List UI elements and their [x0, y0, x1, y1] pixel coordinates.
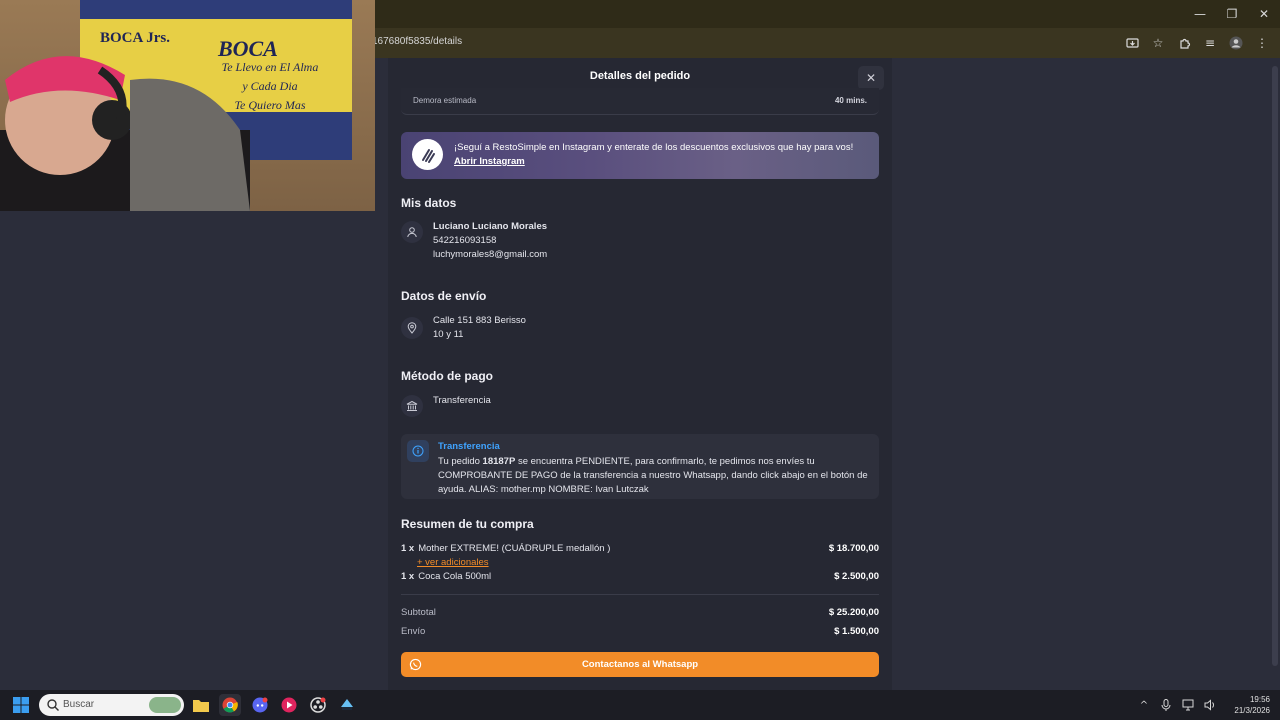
instagram-banner: ¡Seguí a RestoSimple en Instagram y ente… — [401, 132, 879, 179]
item-price: $ 18.700,00 — [828, 543, 879, 554]
info-icon — [407, 440, 429, 462]
volume-icon[interactable] — [1202, 697, 1218, 713]
shipping-cost-label: Envío — [401, 626, 426, 637]
whatsapp-button-label: Contactanos al Whatsapp — [581, 659, 699, 670]
summary-divider — [401, 594, 879, 595]
summary-item: 1 x Coca Cola 500ml $ 2.500,00 — [401, 571, 879, 582]
shipping-between-streets: 10 y 11 — [433, 329, 464, 340]
streamer-silhouette — [0, 56, 250, 211]
order-id: 18187P — [482, 456, 516, 467]
modal-title: Detalles del pedido — [589, 70, 691, 82]
window-controls: — ❐ ✕ — [1184, 0, 1280, 28]
toolbar-icons: ☆ ≡ ⋮ — [1120, 33, 1274, 53]
banner-message: ¡Seguí a RestoSimple en Instagram y ente… — [454, 142, 854, 153]
media-control-icon[interactable]: ≡ — [1198, 33, 1222, 53]
maximize-button[interactable]: ❐ — [1216, 0, 1248, 28]
payment-method-value: Transferencia — [433, 395, 491, 406]
windows-start-icon[interactable] — [12, 696, 30, 714]
summary-item: 1 x Mother EXTREME! (CUÁDRUPLE medallón )… — [401, 543, 879, 554]
subtotal-value: $ 25.200,00 — [828, 607, 879, 618]
shipping-title: Datos de envío — [401, 289, 487, 303]
clock-date: 21/3/2026 — [1234, 706, 1270, 715]
close-window-button[interactable]: ✕ — [1248, 0, 1280, 28]
bookmark-star-icon[interactable]: ☆ — [1146, 33, 1170, 53]
discord-icon[interactable] — [249, 694, 271, 716]
search-highlight-image — [149, 697, 181, 713]
estimated-delay-value: 40 mins. — [834, 96, 867, 105]
whatsapp-contact-button[interactable]: Contactanos al Whatsapp — [401, 652, 879, 677]
subtotal-label: Subtotal — [401, 607, 436, 618]
shipping-address: Calle 151 883 Berisso — [433, 315, 526, 326]
system-tray: ^ — [1136, 697, 1218, 713]
tray-overflow-chevron-icon[interactable]: ^ — [1136, 697, 1152, 713]
shipping-cost-row: Envío $ 1.500,00 — [401, 626, 879, 637]
customer-name: Luciano Luciano Morales — [433, 221, 548, 232]
clock-time: 19:56 — [1249, 695, 1270, 704]
item-name: Coca Cola 500ml — [418, 571, 492, 582]
item-quantity: 1 x — [401, 543, 415, 554]
customer-phone: 542216093158 — [433, 235, 497, 246]
location-pin-icon — [401, 317, 423, 339]
profile-avatar-icon[interactable] — [1224, 33, 1248, 53]
subtotal-row: Subtotal $ 25.200,00 — [401, 607, 879, 618]
taskbar-search-input[interactable]: Buscar — [39, 694, 184, 716]
my-data-title: Mis datos — [401, 196, 457, 210]
my-data-block: Luciano Luciano Morales 542216093158 luc… — [433, 220, 547, 262]
item-name: Mother EXTREME! (CUÁDRUPLE medallón ) — [418, 543, 611, 554]
item-quantity: 1 x — [401, 571, 415, 582]
browser-menu-icon[interactable]: ⋮ — [1250, 33, 1274, 53]
modal-close-button[interactable]: ✕ — [858, 66, 884, 90]
steam-icon[interactable] — [336, 694, 358, 716]
banner-text: ¡Seguí a RestoSimple en Instagram y ente… — [454, 141, 864, 169]
webcam-overlay: BOCA Jrs. BOCA Te Llevo en El Alma y Cad… — [0, 0, 375, 211]
bank-icon — [401, 395, 423, 417]
search-placeholder: Buscar — [63, 699, 95, 710]
estimated-delay-row: Demora estimada 40 mins. — [401, 88, 879, 115]
payment-method-title: Método de pago — [401, 369, 493, 383]
notice-text: Tu pedido 18187P se encuentra PENDIENTE,… — [438, 455, 870, 497]
order-details-modal: Detalles del pedido ✕ Demora estimada 40… — [388, 58, 892, 690]
whatsapp-icon — [409, 658, 422, 671]
item-price: $ 2.500,00 — [834, 571, 879, 582]
microphone-icon[interactable] — [1158, 697, 1174, 713]
windows-taskbar: Buscar ^ 19:56 21/3/2026 — [0, 690, 1280, 720]
extensions-icon[interactable] — [1172, 33, 1196, 53]
view-extras-link[interactable]: + ver adicionales — [417, 557, 489, 568]
page-scrollbar[interactable] — [1272, 66, 1278, 666]
install-app-icon[interactable] — [1120, 33, 1144, 53]
minimize-button[interactable]: — — [1184, 0, 1216, 28]
taskbar-clock[interactable]: 19:56 21/3/2026 — [1234, 694, 1270, 716]
user-icon — [401, 221, 423, 243]
file-explorer-icon[interactable] — [190, 694, 212, 716]
chrome-icon[interactable] — [219, 694, 241, 716]
address-bar[interactable]: 167680f5835/details — [372, 36, 462, 47]
customer-email: luchymorales8@gmail.com — [433, 249, 548, 260]
notice-title: Transferencia — [438, 441, 500, 452]
shipping-cost-value: $ 1.500,00 — [834, 626, 879, 637]
notice-text-start: Tu pedido — [438, 456, 483, 467]
estimated-delay-label: Demora estimada — [413, 96, 477, 105]
shipping-block: Calle 151 883 Berisso 10 y 11 — [433, 314, 526, 342]
restosimple-logo-icon — [412, 139, 443, 170]
open-instagram-link[interactable]: Abrir Instagram — [454, 156, 525, 167]
transfer-notice: Transferencia Tu pedido 18187P se encuen… — [401, 434, 879, 499]
search-icon — [47, 699, 59, 711]
summary-title: Resumen de tu compra — [401, 517, 534, 531]
media-player-icon[interactable] — [278, 694, 300, 716]
network-icon[interactable] — [1180, 697, 1196, 713]
obs-icon[interactable] — [307, 694, 329, 716]
